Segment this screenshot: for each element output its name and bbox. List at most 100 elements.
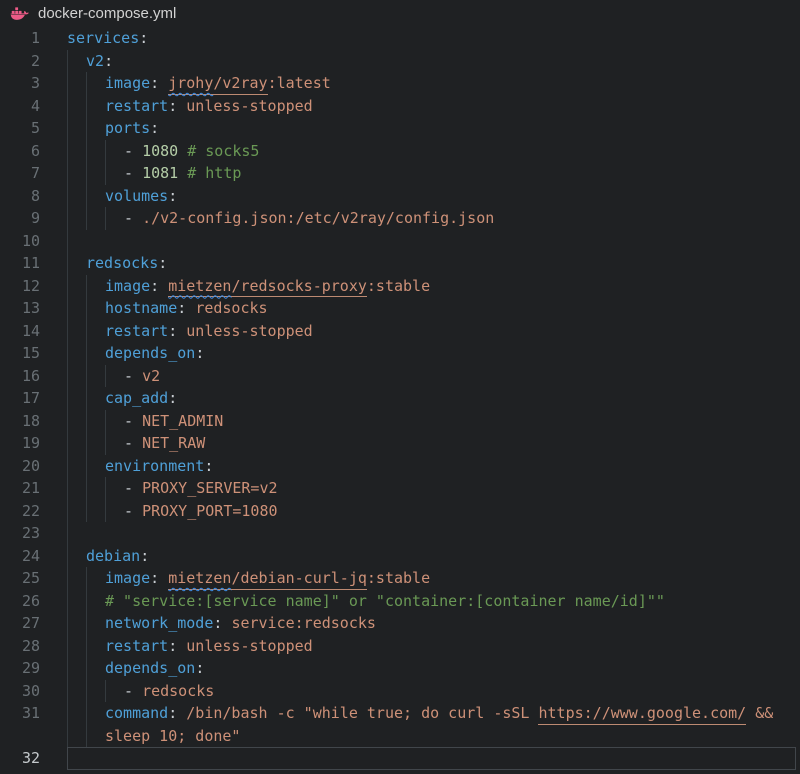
code-line-body[interactable]: ports: [67,117,800,140]
token-string: v2 [142,365,160,388]
code-row[interactable]: depends_on: [67,342,800,365]
code-line-body[interactable]: depends_on: [67,657,800,680]
code-line-body[interactable] [67,747,800,770]
token-string: redsocks [142,680,214,703]
code-line-body[interactable]: environment: [67,455,800,478]
code-row[interactable]: image: mietzen/debian-curl-jq:stable [67,567,800,590]
code-row[interactable]: debian: [67,545,800,568]
code-row[interactable]: # "service:[service name]" or "container… [67,590,800,613]
token-link[interactable]: /redsocks-proxy [231,275,366,298]
code-row[interactable]: cap_add: [67,387,800,410]
code-row[interactable]: sleep 10; done" [67,725,800,748]
indent-guide [67,185,86,208]
code-line-body[interactable]: network_mode: service:redsocks [67,612,800,635]
code-line-body[interactable]: volumes: [67,185,800,208]
token-key: debian [86,545,140,568]
code-row[interactable]: - 1081 # http [67,162,800,185]
code-row[interactable] [67,230,800,253]
code-row[interactable]: image: mietzen/redsocks-proxy:stable [67,275,800,298]
code-line-body[interactable]: - NET_RAW [67,432,800,455]
code-row[interactable]: - PROXY_SERVER=v2 [67,477,800,500]
code-line-body[interactable]: - NET_ADMIN [67,410,800,433]
token-punct: : [150,567,168,590]
token-string: PROXY_SERVER=v2 [142,477,277,500]
current-line-highlight[interactable] [67,747,796,770]
line-number: 2 [0,50,40,73]
code-row[interactable]: restart: unless-stopped [67,635,800,658]
token-key: cap_add [105,387,168,410]
code-line-body[interactable]: - 1081 # http [67,162,800,185]
code-line-body[interactable]: cap_add: [67,387,800,410]
code-line-body[interactable]: debian: [67,545,800,568]
indent-guide [86,432,105,455]
code-line-body[interactable]: services: [67,27,800,50]
code-editor[interactable]: 1services:2v2:3image: jrohy/v2ray:latest… [0,26,800,774]
code-line-body[interactable]: command: /bin/bash -c "while true; do cu… [67,702,800,747]
code-line-body[interactable]: - 1080 # socks5 [67,140,800,163]
code-line-body[interactable]: image: mietzen/redsocks-proxy:stable [67,275,800,298]
code-row[interactable]: - NET_ADMIN [67,410,800,433]
code-row[interactable]: image: jrohy/v2ray:latest [67,72,800,95]
code-line-body[interactable]: image: mietzen/debian-curl-jq:stable [67,567,800,590]
code-row[interactable]: volumes: [67,185,800,208]
indent-guide [86,207,105,230]
token-punct: - [124,432,142,455]
code-row[interactable]: - v2 [67,365,800,388]
code-line: 2 v2: [0,50,800,73]
code-line-body[interactable]: - redsocks [67,680,800,703]
indent-guide [86,95,105,118]
token-link[interactable]: https://www.google.com/ [538,702,746,725]
code-line-body[interactable]: - PROXY_SERVER=v2 [67,477,800,500]
line-number: 13 [0,297,40,320]
code-row[interactable]: restart: unless-stopped [67,95,800,118]
code-row[interactable]: network_mode: service:redsocks [67,612,800,635]
code-line-body[interactable]: v2: [67,50,800,73]
token-link[interactable]: mietzen [168,275,231,298]
code-line-body[interactable]: - v2 [67,365,800,388]
code-line-body[interactable]: hostname: redsocks [67,297,800,320]
indent-guide [67,702,86,725]
code-row[interactable]: - redsocks [67,680,800,703]
line-number: 18 [0,410,40,433]
code-line-body[interactable] [67,230,800,253]
code-row[interactable]: - PROXY_PORT=1080 [67,500,800,523]
token-string: /bin/bash -c "while true; do curl -sSL [186,702,538,725]
indent-guide [105,410,124,433]
code-line: 20environment: [0,455,800,478]
code-row[interactable]: environment: [67,455,800,478]
line-number: 17 [0,387,40,410]
token-link[interactable]: /debian-curl-jq [231,567,366,590]
code-row[interactable]: services: [67,27,800,50]
code-row[interactable] [67,522,800,545]
code-line-body[interactable]: - ./v2-config.json:/etc/v2ray/config.jso… [67,207,800,230]
code-row[interactable]: - NET_RAW [67,432,800,455]
code-line-body[interactable] [67,522,800,545]
code-line-body[interactable]: - PROXY_PORT=1080 [67,500,800,523]
code-line-body[interactable]: image: jrohy/v2ray:latest [67,72,800,95]
code-line-body[interactable]: restart: unless-stopped [67,635,800,658]
indent-guide [86,275,105,298]
token-punct: : [139,27,148,50]
code-row[interactable]: command: /bin/bash -c "while true; do cu… [67,702,800,725]
code-row[interactable]: depends_on: [67,657,800,680]
token-key: restart [105,635,168,658]
code-row[interactable]: restart: unless-stopped [67,320,800,343]
code-line-body[interactable]: restart: unless-stopped [67,95,800,118]
code-line-body[interactable]: depends_on: [67,342,800,365]
code-row[interactable]: ports: [67,117,800,140]
code-line-body[interactable]: redsocks: [67,252,800,275]
code-row[interactable]: redsocks: [67,252,800,275]
code-line-body[interactable]: restart: unless-stopped [67,320,800,343]
indent-guide [86,590,105,613]
indent-guide [86,117,105,140]
token-link[interactable]: mietzen [168,567,231,590]
code-line: 32 [0,747,800,770]
code-row[interactable]: hostname: redsocks [67,297,800,320]
code-row[interactable]: - 1080 # socks5 [67,140,800,163]
code-row[interactable]: v2: [67,50,800,73]
code-line-body[interactable]: # "service:[service name]" or "container… [67,590,800,613]
code-row[interactable]: - ./v2-config.json:/etc/v2ray/config.jso… [67,207,800,230]
token-link[interactable]: jrohy [168,72,213,95]
indent-guide [67,567,86,590]
token-link[interactable]: /v2ray [213,72,267,95]
